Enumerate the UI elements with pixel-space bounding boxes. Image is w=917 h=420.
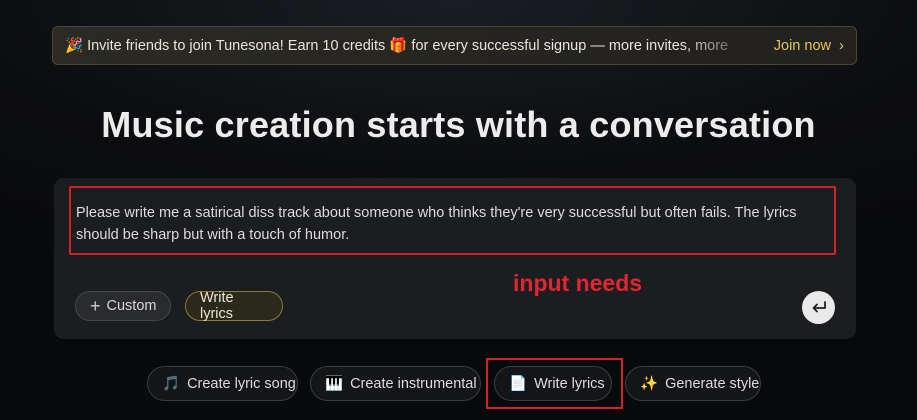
party-popper-icon: 🎉 — [65, 38, 84, 54]
generate-style-button[interactable]: ✨ Generate style — [625, 366, 761, 401]
send-button[interactable] — [802, 291, 835, 324]
create-instrumental-button[interactable]: 🎹 Create instrumental — [310, 366, 481, 401]
enter-return-icon — [812, 300, 826, 312]
create-lyric-song-button[interactable]: 🎵 Create lyric song — [147, 366, 298, 401]
join-now-label: Join now — [773, 37, 831, 54]
custom-chip-label: Custom — [106, 298, 157, 314]
gift-icon: 🎁 — [389, 38, 408, 54]
create-instrumental-label: Create instrumental — [350, 375, 477, 392]
write-lyrics-chip-label: Write lyrics — [200, 290, 234, 322]
prompt-composer: Please write me a satirical diss track a… — [54, 178, 856, 339]
invite-banner-text: 🎉 Invite friends to join Tunesona! Earn 1… — [65, 37, 764, 54]
sparkles-icon: ✨ — [640, 376, 659, 392]
write-lyrics-chip-button[interactable]: Write lyrics — [185, 290, 283, 322]
invite-text-part-1: Invite friends to join Tunesona! Earn 10… — [87, 38, 390, 54]
create-lyric-song-label: Create lyric song — [187, 375, 296, 392]
music-note-icon: 🎵 — [162, 376, 181, 392]
generate-style-label: Generate style — [665, 375, 760, 392]
write-lyrics-label: Write lyrics — [534, 375, 605, 392]
write-lyrics-button[interactable]: 📄 Write lyrics — [494, 366, 612, 401]
document-icon: 📄 — [509, 376, 528, 392]
chevron-right-icon: › — [839, 37, 844, 54]
plus-icon: + — [90, 296, 101, 316]
invite-banner: 🎉 Invite friends to join Tunesona! Earn 1… — [52, 26, 857, 65]
join-now-button[interactable]: Join now › — [764, 37, 844, 54]
quick-actions: 🎵 Create lyric song 🎹 Create instrumenta… — [0, 365, 917, 402]
prompt-input[interactable]: Please write me a satirical diss track a… — [69, 186, 836, 255]
page-title: Music creation starts with a conversatio… — [101, 104, 816, 145]
invite-text-part-2: for every successful signup — more invit… — [407, 38, 729, 54]
piano-icon: 🎹 — [325, 376, 344, 392]
annotation-label: input needs — [513, 270, 643, 296]
custom-chip-button[interactable]: + Custom — [75, 291, 171, 321]
